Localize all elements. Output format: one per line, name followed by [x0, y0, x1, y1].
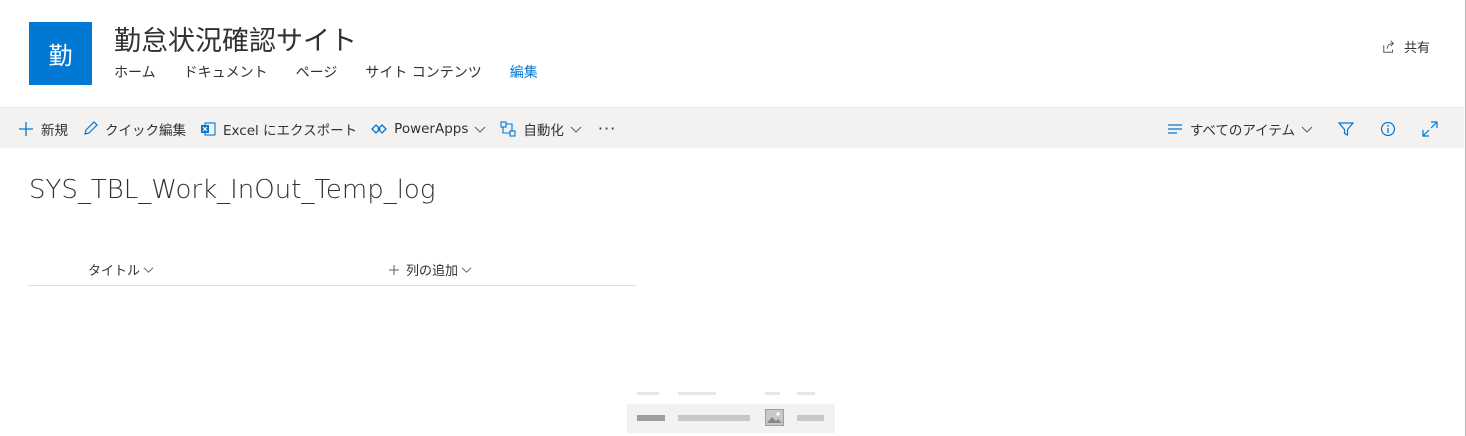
pencil-icon	[82, 120, 98, 137]
nav-site-contents[interactable]: サイト コンテンツ	[365, 63, 481, 83]
column-header-row: タイトル 列の追加	[28, 252, 636, 286]
powerapps-menu[interactable]: PowerApps	[371, 121, 486, 137]
view-selector[interactable]: すべてのアイテム	[1167, 119, 1313, 139]
share-icon	[1383, 40, 1395, 53]
filter-icon[interactable]	[1337, 120, 1355, 138]
list-title: SYS_TBL_Work_InOut_Temp_log	[29, 175, 436, 205]
view-label: すべてのアイテム	[1189, 122, 1295, 139]
nav-pages[interactable]: ページ	[296, 63, 338, 83]
site-title[interactable]: 勤怠状況確認サイト	[114, 19, 357, 58]
nav-edit[interactable]: 編集	[510, 63, 538, 83]
new-button[interactable]: 新規	[18, 119, 68, 139]
powerapps-icon	[371, 121, 388, 137]
add-column-button[interactable]: 列の追加	[388, 260, 472, 279]
site-logo[interactable]: 勤	[29, 22, 92, 85]
info-icon[interactable]	[1379, 120, 1397, 138]
chevron-down-icon	[143, 267, 154, 273]
new-label: 新規	[41, 122, 68, 139]
plus-icon	[389, 264, 399, 275]
chevron-down-icon	[461, 267, 472, 273]
excel-icon	[200, 121, 216, 137]
fullscreen-icon[interactable]	[1421, 120, 1439, 138]
plus-icon	[18, 121, 34, 137]
quick-edit-label: クイック編集	[105, 122, 186, 139]
powerapps-label: PowerApps	[394, 120, 469, 137]
share-label: 共有	[1403, 41, 1430, 56]
site-nav: ホーム ドキュメント ページ サイト コンテンツ 編集	[114, 63, 566, 83]
nav-home[interactable]: ホーム	[114, 63, 156, 83]
quick-edit-button[interactable]: クイック編集	[82, 119, 186, 139]
nav-documents[interactable]: ドキュメント	[184, 63, 268, 83]
command-bar: 新規 クイック編集 Excel にエクスポート PowerApps 自動化 ··…	[0, 107, 1464, 148]
more-options-button[interactable]: ···	[598, 119, 616, 138]
export-label: Excel にエクスポート	[223, 122, 358, 139]
share-button[interactable]: 共有	[1382, 37, 1430, 56]
chevron-down-icon	[1301, 126, 1313, 133]
add-column-label: 列の追加	[406, 264, 459, 279]
flow-icon	[500, 120, 516, 137]
list-view-icon	[1167, 121, 1183, 137]
empty-list-illustration	[627, 392, 835, 433]
automate-menu[interactable]: 自動化	[500, 119, 582, 139]
chevron-down-icon	[475, 126, 486, 133]
chevron-down-icon	[570, 126, 582, 133]
column-title-label: タイトル	[88, 264, 141, 279]
column-header-title[interactable]: タイトル	[88, 260, 154, 279]
automate-label: 自動化	[523, 122, 564, 139]
page: 勤 勤怠状況確認サイト ホーム ドキュメント ページ サイト コンテンツ 編集 …	[0, 0, 1466, 436]
site-header: 勤 勤怠状況確認サイト ホーム ドキュメント ページ サイト コンテンツ 編集 …	[0, 0, 1464, 107]
export-excel-button[interactable]: Excel にエクスポート	[200, 119, 357, 139]
image-icon	[765, 409, 784, 426]
